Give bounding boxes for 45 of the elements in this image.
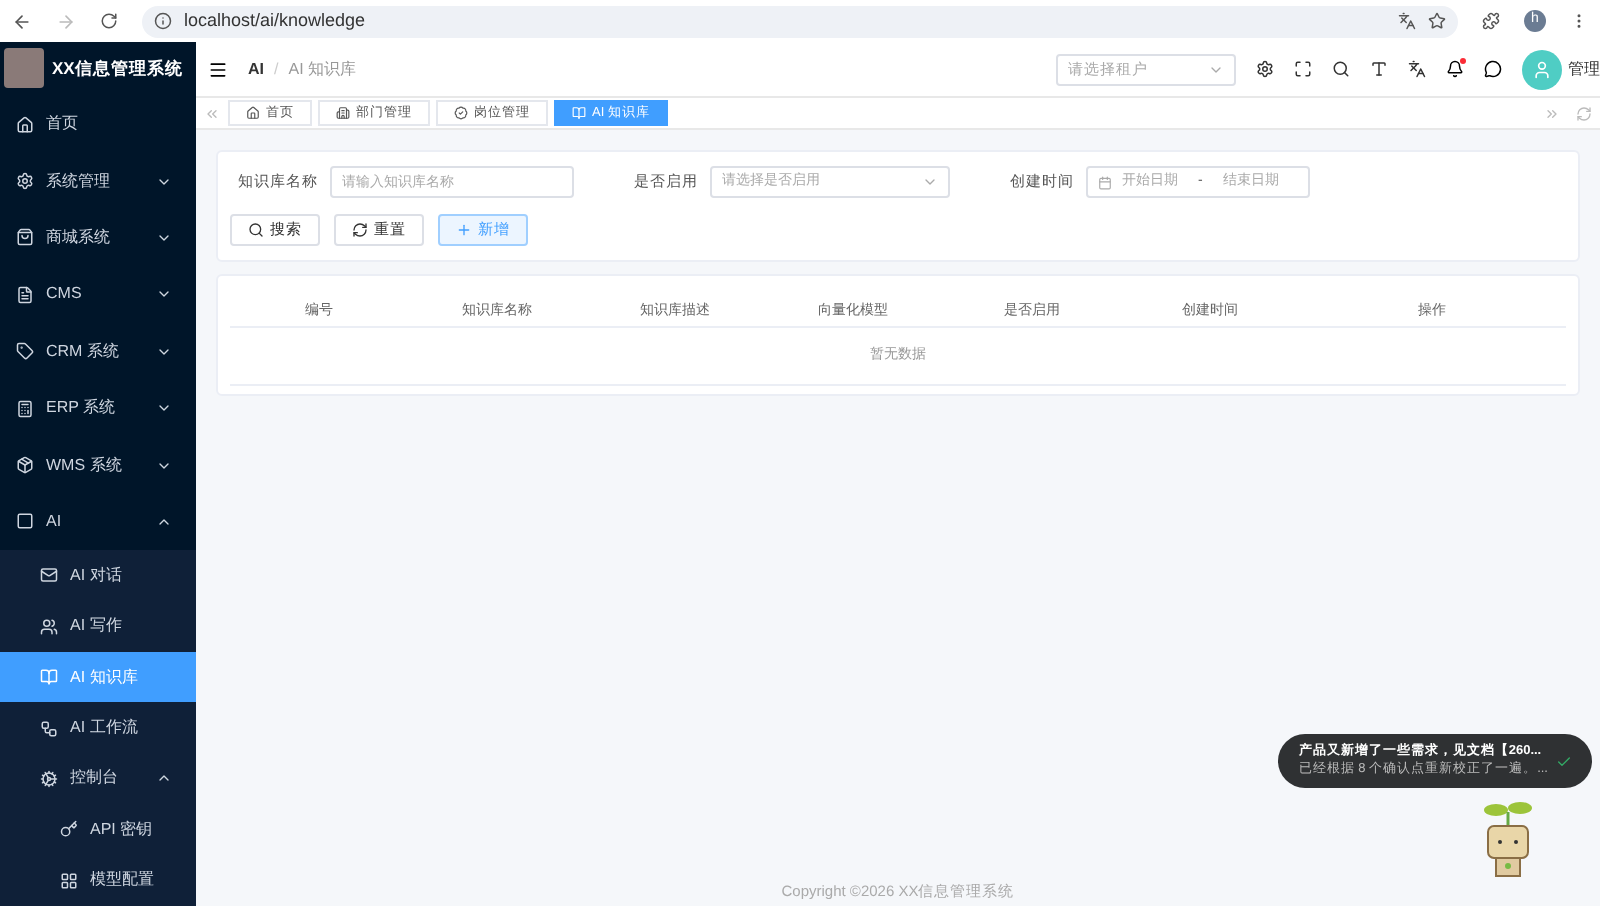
sidebar-item[interactable]: 商城系统 xyxy=(0,209,196,267)
breadcrumb-item[interactable]: AI xyxy=(248,57,264,81)
sidebar-item[interactable]: WMS 系统 xyxy=(0,436,196,494)
info-icon xyxy=(154,12,172,30)
add-icon xyxy=(456,222,472,238)
sidebar-item[interactable]: CRM 系统 xyxy=(0,323,196,380)
tab-icon xyxy=(336,106,350,120)
reload-icon[interactable] xyxy=(100,12,118,30)
message-icon[interactable] xyxy=(1484,60,1502,78)
tab-icon xyxy=(246,106,260,120)
user-icon xyxy=(1532,59,1552,79)
address-bar[interactable]: localhost/ai/knowledge xyxy=(142,5,1458,37)
sidebar-item[interactable]: 系统管理 xyxy=(0,152,196,210)
sidebar-item[interactable]: 模型配置 xyxy=(0,855,196,906)
search-icon[interactable] xyxy=(1332,60,1350,78)
breadcrumb-separator: / xyxy=(274,57,279,81)
font-size-icon[interactable] xyxy=(1370,60,1388,78)
user-name[interactable]: 管理 xyxy=(1568,57,1600,81)
sidebar-item[interactable]: AI xyxy=(0,493,196,551)
settings-icon[interactable] xyxy=(1256,60,1274,78)
tab-icon xyxy=(454,106,468,120)
sidebar-item[interactable]: API 密钥 xyxy=(0,804,196,856)
sidebar-item[interactable]: AI 工作流 xyxy=(0,702,196,754)
app-title: XX信息管理系统 xyxy=(52,56,183,82)
translate-icon[interactable] xyxy=(1398,12,1416,30)
chevron-down-icon xyxy=(922,174,938,190)
reset-icon xyxy=(352,222,368,238)
translate-icon[interactable] xyxy=(1408,60,1426,78)
sidebar-item[interactable]: AI 对话 xyxy=(0,550,196,602)
search-icon xyxy=(248,222,264,238)
breadcrumb-item: AI 知识库 xyxy=(288,57,357,81)
sidebar-item[interactable]: CMS xyxy=(0,266,196,324)
check-icon xyxy=(1556,753,1572,769)
sidebar-item[interactable]: 首页 xyxy=(0,95,196,153)
back-icon[interactable] xyxy=(12,11,32,31)
sidebar-item[interactable]: AI 写作 xyxy=(0,601,196,652)
extension-icon[interactable] xyxy=(1482,12,1500,30)
fullscreen-icon[interactable] xyxy=(1294,60,1312,78)
star-icon[interactable] xyxy=(1428,12,1446,30)
bell-icon[interactable] xyxy=(1446,60,1464,78)
sidebar-item[interactable]: ERP 系统 xyxy=(0,379,196,437)
sidebar-item[interactable]: 控制台 xyxy=(0,753,196,805)
logo-placeholder xyxy=(4,48,44,89)
tab-icon xyxy=(572,106,586,120)
calendar-icon xyxy=(1098,175,1112,189)
